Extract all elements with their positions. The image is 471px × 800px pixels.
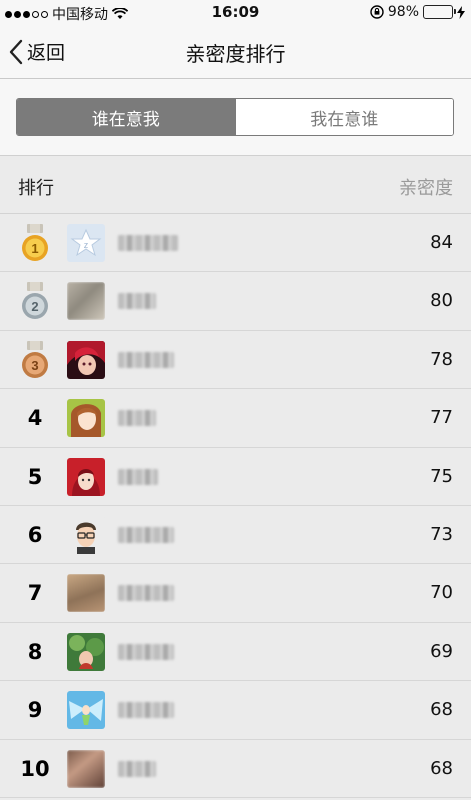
- rank-number: 8: [27, 639, 43, 664]
- avatar[interactable]: [67, 457, 105, 496]
- intimacy-score: 80: [430, 290, 453, 312]
- intimacy-score: 68: [430, 757, 453, 779]
- status-right: 98%: [370, 4, 465, 20]
- blurred-username: [118, 526, 174, 543]
- svg-text:1: 1: [31, 241, 38, 256]
- avatar[interactable]: [67, 574, 105, 613]
- segment-area: 谁在意我 我在意谁: [0, 79, 471, 156]
- blurred-username: [118, 468, 158, 485]
- table-row[interactable]: 3 78: [0, 331, 471, 390]
- blurred-username: [118, 702, 174, 719]
- avatar[interactable]: [67, 691, 105, 730]
- blurred-username: [118, 293, 156, 310]
- intimacy-score: 78: [430, 348, 453, 370]
- avatar[interactable]: [67, 515, 105, 554]
- rank-number: 7: [27, 581, 43, 606]
- avatar[interactable]: z: [67, 224, 105, 262]
- score-column-header: 亲密度: [399, 178, 453, 199]
- list-header: 排行 亲密度: [0, 156, 471, 214]
- gold-medal-icon: 1: [20, 224, 50, 262]
- rank-number: 4: [27, 406, 43, 431]
- tab-who-i-care-about[interactable]: 我在意谁: [234, 99, 453, 135]
- intimacy-score: 84: [430, 232, 453, 253]
- navigation-bar: 返回 亲密度排行: [0, 24, 471, 79]
- rank-number: 9: [27, 698, 43, 723]
- silver-medal-icon: 2: [20, 282, 50, 320]
- table-row[interactable]: 5 75: [0, 448, 471, 506]
- intimacy-score: 69: [430, 640, 453, 662]
- svg-text:z: z: [84, 240, 89, 250]
- blurred-username: [118, 410, 156, 427]
- intimacy-score: 70: [430, 582, 453, 604]
- rank-column-header: 排行: [18, 178, 54, 199]
- table-row[interactable]: 4 77: [0, 389, 471, 448]
- blurred-username: [118, 351, 174, 368]
- table-row[interactable]: 2 80: [0, 272, 471, 331]
- intimacy-score: 68: [430, 699, 453, 721]
- battery-icon: [423, 5, 456, 19]
- svg-text:3: 3: [31, 358, 38, 373]
- blurred-username: [118, 760, 156, 777]
- ranking-list: 1 z 84 2 80 3 78 4 77 5 75 6 73 7 70 8 69 9 68 10 68: [0, 214, 471, 798]
- charging-bolt-icon: [457, 5, 465, 19]
- table-row[interactable]: 9 68: [0, 681, 471, 740]
- rotation-lock-icon: [370, 5, 384, 19]
- avatar[interactable]: [67, 399, 105, 438]
- avatar[interactable]: [67, 632, 105, 671]
- bronze-medal-icon: 3: [20, 340, 50, 379]
- intimacy-score: 75: [430, 465, 453, 487]
- tab-who-cares-about-me[interactable]: 谁在意我: [17, 99, 235, 135]
- rank-number: 5: [27, 464, 43, 489]
- table-row[interactable]: 8 69: [0, 623, 471, 682]
- battery-percent: 98%: [387, 4, 419, 20]
- table-row[interactable]: 7 70: [0, 564, 471, 623]
- table-row[interactable]: 6 73: [0, 506, 471, 565]
- intimacy-score: 77: [430, 407, 453, 429]
- svg-text:2: 2: [31, 299, 38, 314]
- rank-number: 10: [20, 756, 50, 781]
- segmented-control: 谁在意我 我在意谁: [16, 98, 454, 136]
- page-title: 亲密度排行: [185, 42, 286, 66]
- blurred-username: [118, 643, 174, 660]
- blurred-username: [118, 235, 178, 251]
- table-row[interactable]: 10 68: [0, 740, 471, 798]
- intimacy-score: 73: [430, 523, 453, 545]
- rank-number: 6: [27, 522, 43, 547]
- blurred-username: [118, 585, 174, 602]
- avatar[interactable]: [67, 340, 105, 379]
- avatar[interactable]: [67, 282, 105, 321]
- avatar[interactable]: [67, 749, 105, 788]
- table-row[interactable]: 1 z 84: [0, 214, 471, 273]
- status-bar: 中国移动 16:09 98%: [0, 0, 471, 24]
